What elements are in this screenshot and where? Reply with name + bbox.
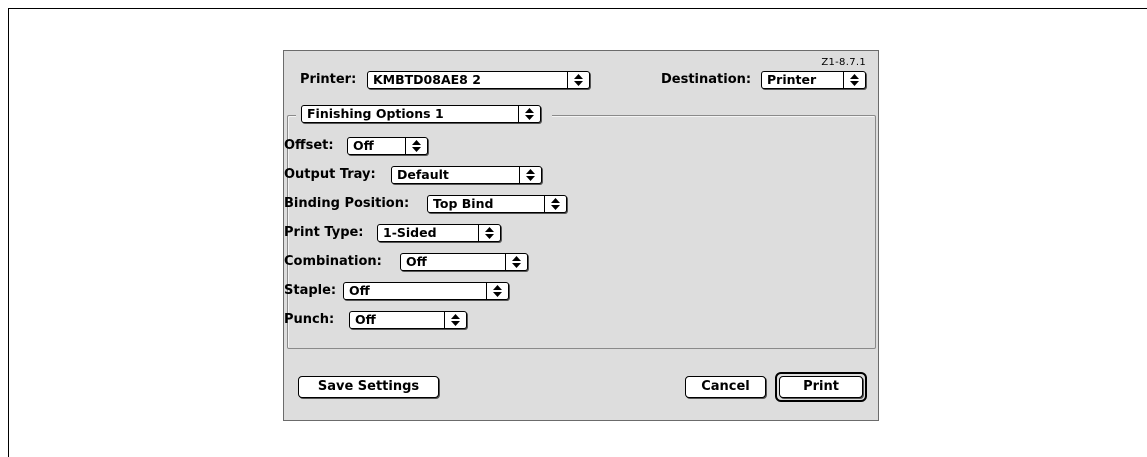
up-down-arrows-icon (518, 106, 540, 122)
staple-label: Staple: (284, 283, 337, 298)
binding-position-label: Binding Position: (284, 196, 410, 211)
punch-label: Punch: (284, 312, 335, 327)
up-down-arrows-icon (405, 138, 427, 154)
punch-popup[interactable]: Off (349, 311, 467, 329)
cancel-button[interactable]: Cancel (685, 376, 766, 398)
up-down-arrows-icon (519, 167, 541, 183)
staple-popup[interactable]: Off (343, 282, 509, 300)
up-down-arrows-icon (444, 312, 466, 328)
binding-position-value: Top Bind (433, 196, 494, 211)
up-down-arrows-icon (544, 196, 566, 212)
combination-popup[interactable]: Off (400, 253, 528, 271)
combination-label: Combination: (284, 254, 382, 269)
destination-value: Printer (767, 72, 817, 87)
version-label: Z1-8.7.1 (821, 57, 866, 68)
printer-popup[interactable]: KMBTD08AE8 2 (367, 71, 590, 89)
output-tray-popup[interactable]: Default (391, 166, 542, 184)
print-button[interactable]: Print (779, 376, 863, 398)
output-tray-value: Default (397, 167, 449, 182)
output-tray-label: Output Tray: (284, 167, 376, 182)
print-type-popup[interactable]: 1-Sided (377, 224, 501, 242)
printer-value: KMBTD08AE8 2 (373, 72, 481, 87)
panel-popup[interactable]: Finishing Options 1 (301, 105, 541, 123)
combination-value: Off (406, 254, 427, 269)
offset-value: Off (353, 138, 374, 153)
staple-value: Off (349, 283, 370, 298)
offset-label: Offset: (284, 138, 334, 153)
offset-popup[interactable]: Off (347, 137, 428, 155)
destination-popup[interactable]: Printer (761, 71, 866, 89)
up-down-arrows-icon (505, 254, 527, 270)
printer-label: Printer: (300, 72, 357, 87)
print-type-label: Print Type: (284, 225, 364, 240)
print-dialog: Z1-8.7.1 Printer: KMBTD08AE8 2 Destinati… (283, 50, 879, 421)
up-down-arrows-icon (478, 225, 500, 241)
up-down-arrows-icon (567, 72, 589, 88)
up-down-arrows-icon (486, 283, 508, 299)
binding-position-popup[interactable]: Top Bind (427, 195, 567, 213)
destination-label: Destination: (661, 72, 752, 87)
punch-value: Off (355, 312, 376, 327)
save-settings-button[interactable]: Save Settings (298, 376, 439, 398)
panel-value: Finishing Options 1 (307, 106, 444, 121)
up-down-arrows-icon (843, 72, 865, 88)
print-type-value: 1-Sided (383, 225, 437, 240)
